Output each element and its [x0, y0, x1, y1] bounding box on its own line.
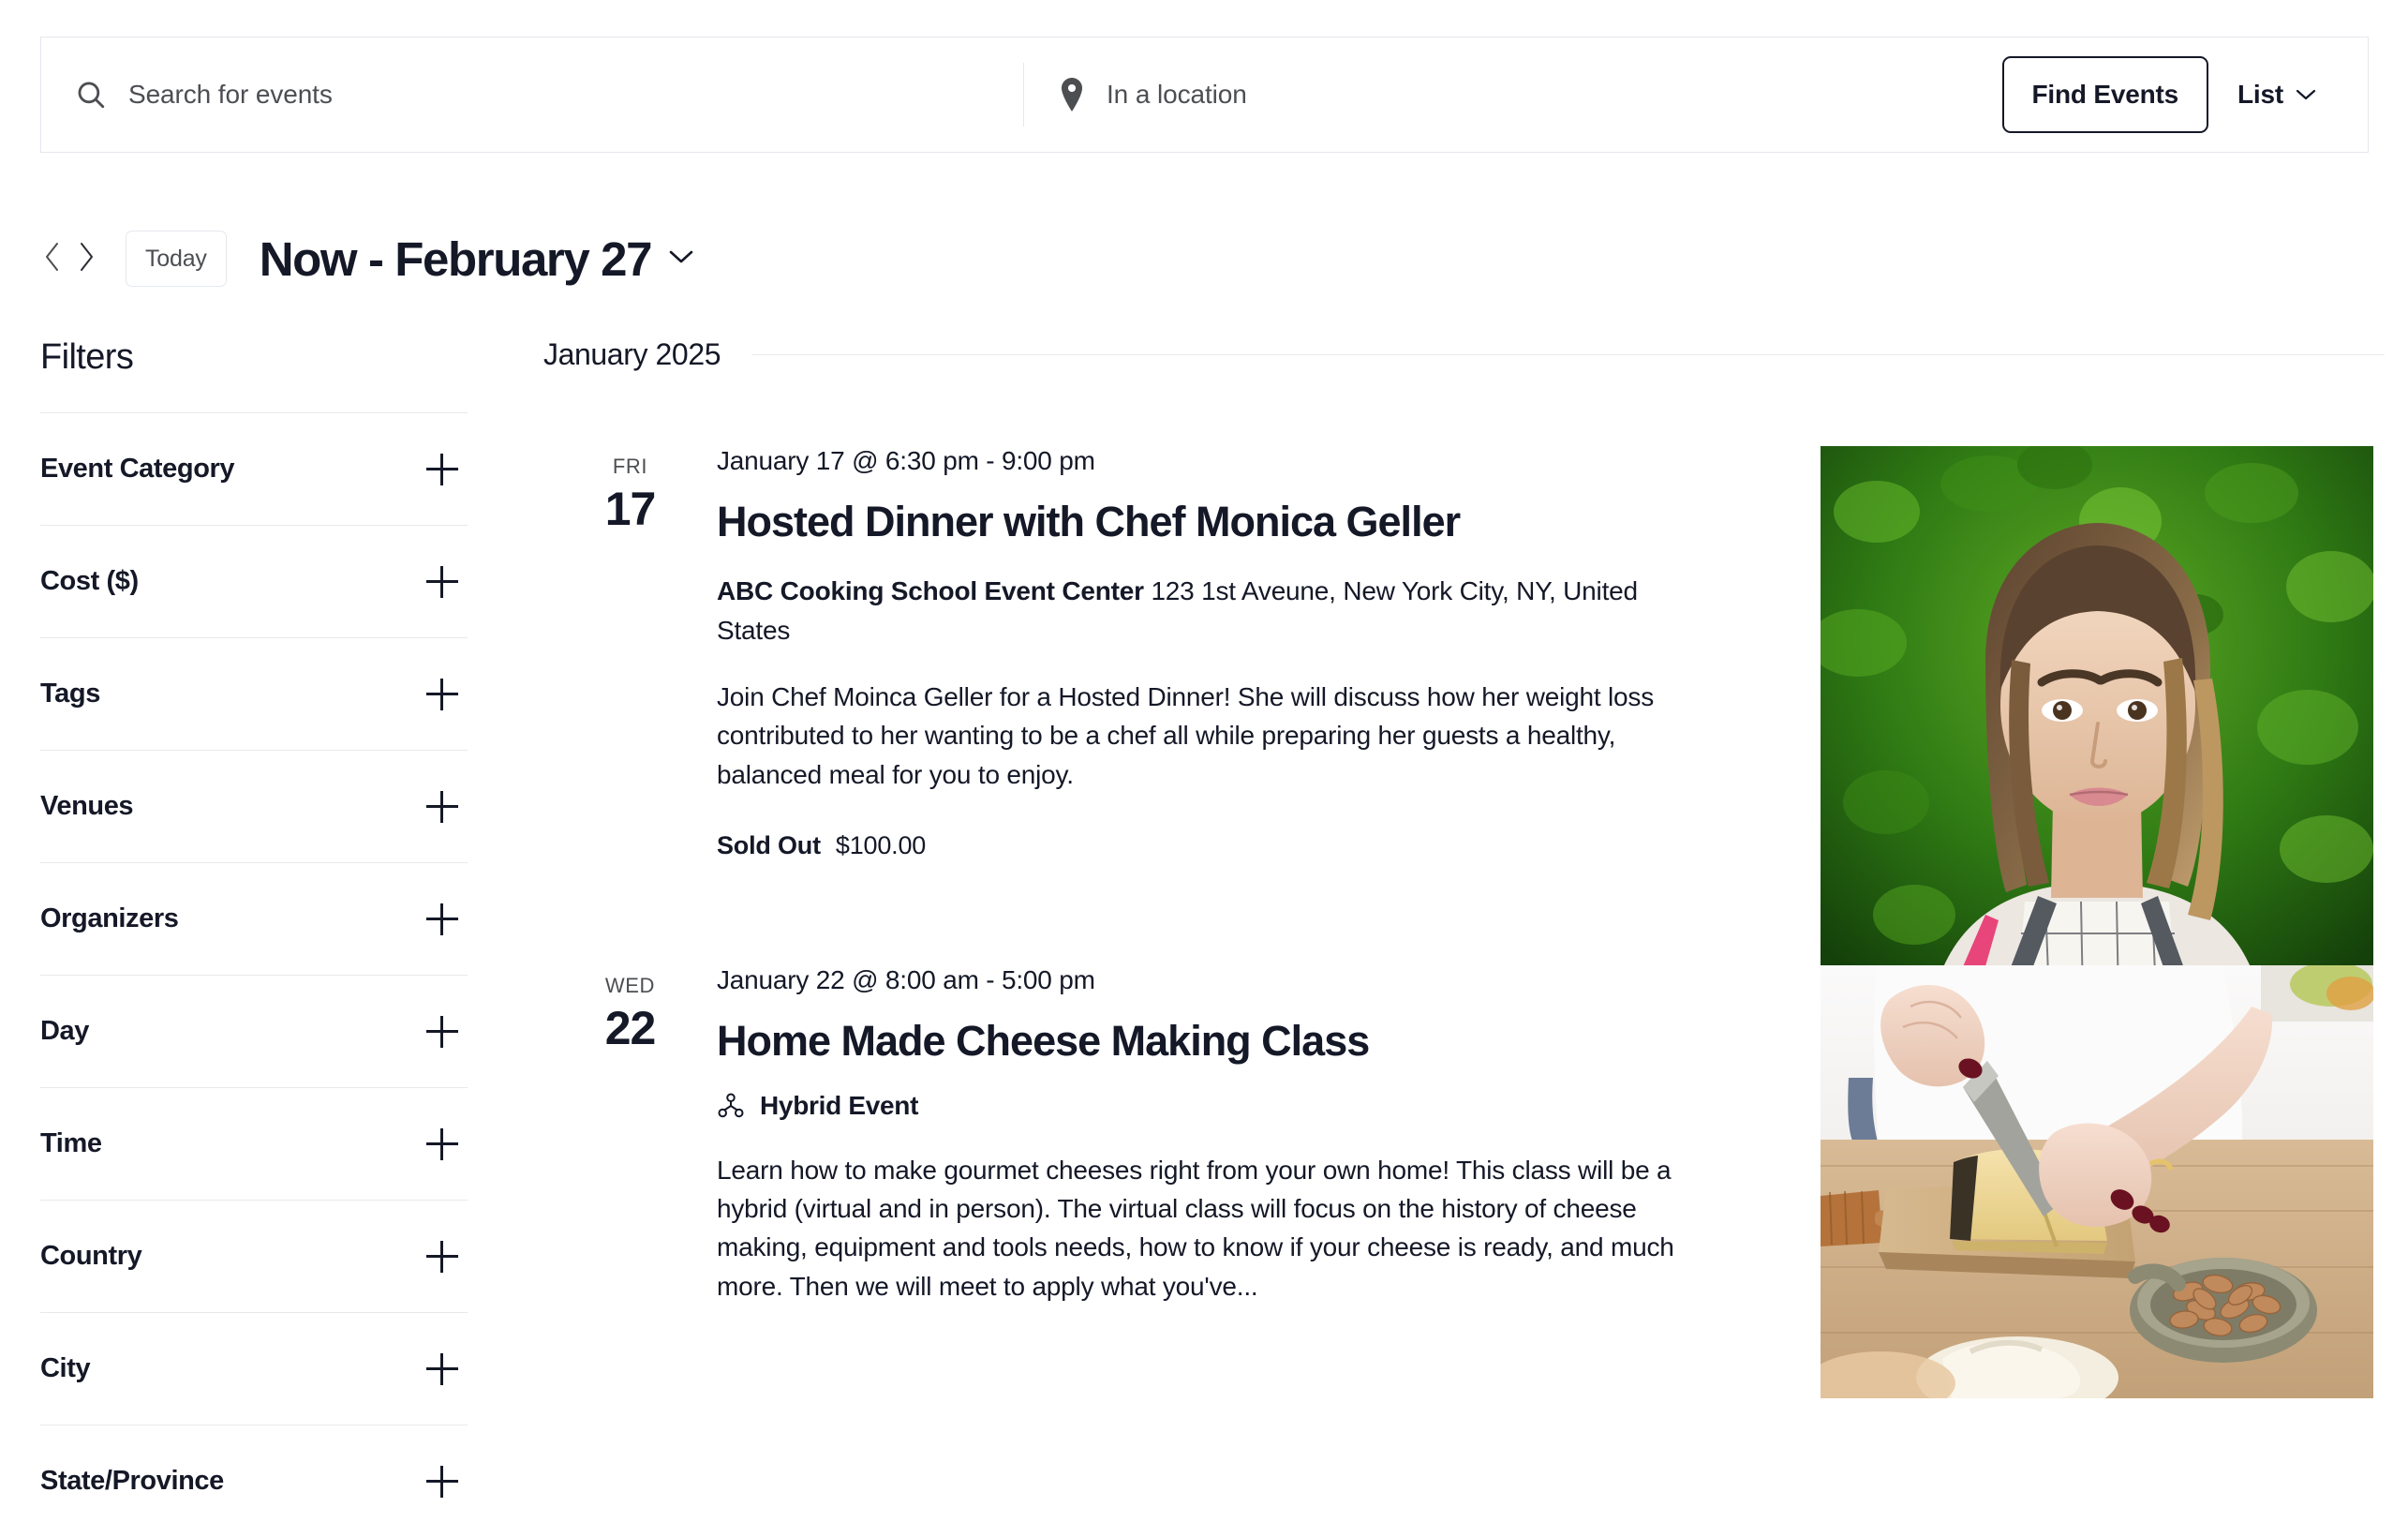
plus-icon: [426, 790, 458, 823]
search-location-field[interactable]: In a location: [1024, 37, 2002, 152]
event-details: January 17 @ 6:30 pm - 9:00 pm Hosted Di…: [717, 446, 1776, 860]
filters-heading: Filters: [40, 337, 134, 377]
event-thumbnail[interactable]: [1821, 446, 2373, 999]
filter-label: State/Province: [40, 1466, 224, 1496]
event-day-of-week: WED: [604, 973, 656, 997]
search-events-field[interactable]: Search for events: [41, 37, 1023, 152]
filter-venues[interactable]: Venues: [40, 750, 468, 862]
filter-label: Country: [40, 1241, 142, 1271]
map-pin-icon: [1058, 78, 1086, 112]
event-title-link[interactable]: Home Made Cheese Making Class: [717, 1017, 1710, 1065]
event-row: FRI 17 January 17 @ 6:30 pm - 9:00 pm Ho…: [543, 446, 2385, 999]
event-cost: Sold Out $100.00: [717, 831, 1710, 860]
plus-icon: [426, 1465, 458, 1498]
cheese-cutting-photo: [1821, 964, 2373, 1398]
chevron-down-icon: [668, 248, 694, 269]
hybrid-event-icon: [717, 1092, 745, 1120]
filter-city[interactable]: City: [40, 1312, 468, 1425]
filter-label: Time: [40, 1128, 102, 1158]
plus-icon: [426, 903, 458, 935]
event-type-label: Hybrid Event: [760, 1091, 919, 1121]
event-date-block: FRI 17: [543, 446, 717, 860]
chevron-left-icon: [43, 241, 62, 277]
plus-icon: [426, 565, 458, 598]
filter-label: City: [40, 1353, 91, 1383]
event-search-bar: Search for events In a location Find Eve…: [40, 37, 2369, 153]
date-range-caret-button[interactable]: [668, 248, 694, 269]
month-label: January 2025: [543, 337, 721, 371]
filter-label: Tags: [40, 679, 100, 709]
event-type-badge: Hybrid Event: [717, 1091, 1710, 1121]
event-sold-out-badge: Sold Out: [717, 830, 821, 859]
month-header: January 2025: [543, 337, 2385, 372]
today-button[interactable]: Today: [126, 231, 227, 287]
event-thumbnail[interactable]: [1821, 964, 2373, 1398]
plus-icon: [426, 453, 458, 485]
filter-country[interactable]: Country: [40, 1200, 468, 1312]
event-description: Learn how to make gourmet cheeses right …: [717, 1156, 1674, 1301]
filter-label: Cost ($): [40, 566, 139, 596]
filter-cost[interactable]: Cost ($): [40, 525, 468, 637]
event-row: WED 22 January 22 @ 8:00 am - 5:00 pm Ho…: [543, 964, 2385, 1398]
filter-organizers[interactable]: Organizers: [40, 862, 468, 975]
search-location-placeholder: In a location: [1107, 80, 1247, 109]
filter-tags[interactable]: Tags: [40, 637, 468, 750]
event-venue-name: ABC Cooking School Event Center: [717, 576, 1144, 606]
event-details: January 22 @ 8:00 am - 5:00 pm Home Made…: [717, 965, 1776, 1306]
chevron-right-icon: [77, 241, 96, 277]
event-venue: ABC Cooking School Event Center 123 1st …: [717, 572, 1710, 649]
date-navigation: Today Now - February 27: [36, 228, 694, 290]
plus-icon: [426, 1352, 458, 1385]
view-switcher-label: List: [2237, 80, 2283, 109]
event-datetime: January 17 @ 6:30 pm - 9:00 pm: [717, 446, 1095, 475]
view-switcher[interactable]: List: [2237, 80, 2316, 110]
event-price: $100.00: [835, 830, 927, 859]
filter-time[interactable]: Time: [40, 1087, 468, 1200]
event-datetime: January 22 @ 8:00 am - 5:00 pm: [717, 964, 1095, 994]
date-range-title: Now - February 27: [259, 231, 653, 286]
filter-label: Day: [40, 1016, 89, 1046]
event-description: Join Chef Moinca Geller for a Hosted Din…: [717, 682, 1655, 789]
chevron-down-icon: [2296, 88, 2316, 101]
filter-day[interactable]: Day: [40, 975, 468, 1087]
plus-icon: [426, 1127, 458, 1160]
filter-label: Organizers: [40, 903, 179, 933]
search-icon: [75, 79, 107, 111]
event-day-number: 17: [604, 483, 657, 535]
plus-icon: [426, 678, 458, 710]
filters-sidebar: Filters Event Category Cost ($) Tags Ven…: [40, 337, 468, 1537]
chef-portrait-photo: [1821, 446, 2373, 999]
find-events-button[interactable]: Find Events: [2001, 56, 2209, 133]
plus-icon: [426, 1015, 458, 1048]
month-divider: [751, 354, 2385, 355]
search-events-placeholder: Search for events: [128, 80, 333, 109]
filter-label: Event Category: [40, 454, 235, 484]
next-events-button[interactable]: [69, 237, 103, 280]
filter-state-province[interactable]: State/Province: [40, 1425, 468, 1537]
plus-icon: [426, 1240, 458, 1273]
filter-event-category[interactable]: Event Category: [40, 412, 468, 525]
previous-events-button[interactable]: [36, 237, 69, 280]
event-date-block: WED 22: [543, 965, 717, 1306]
event-day-of-week: FRI: [612, 455, 648, 478]
event-day-number: 22: [604, 1001, 657, 1054]
event-title-link[interactable]: Hosted Dinner with Chef Monica Geller: [717, 498, 1710, 545]
filter-label: Venues: [40, 791, 134, 821]
events-list: January 2025 FRI 17 January 17 @ 6:30 pm…: [543, 337, 2385, 1410]
